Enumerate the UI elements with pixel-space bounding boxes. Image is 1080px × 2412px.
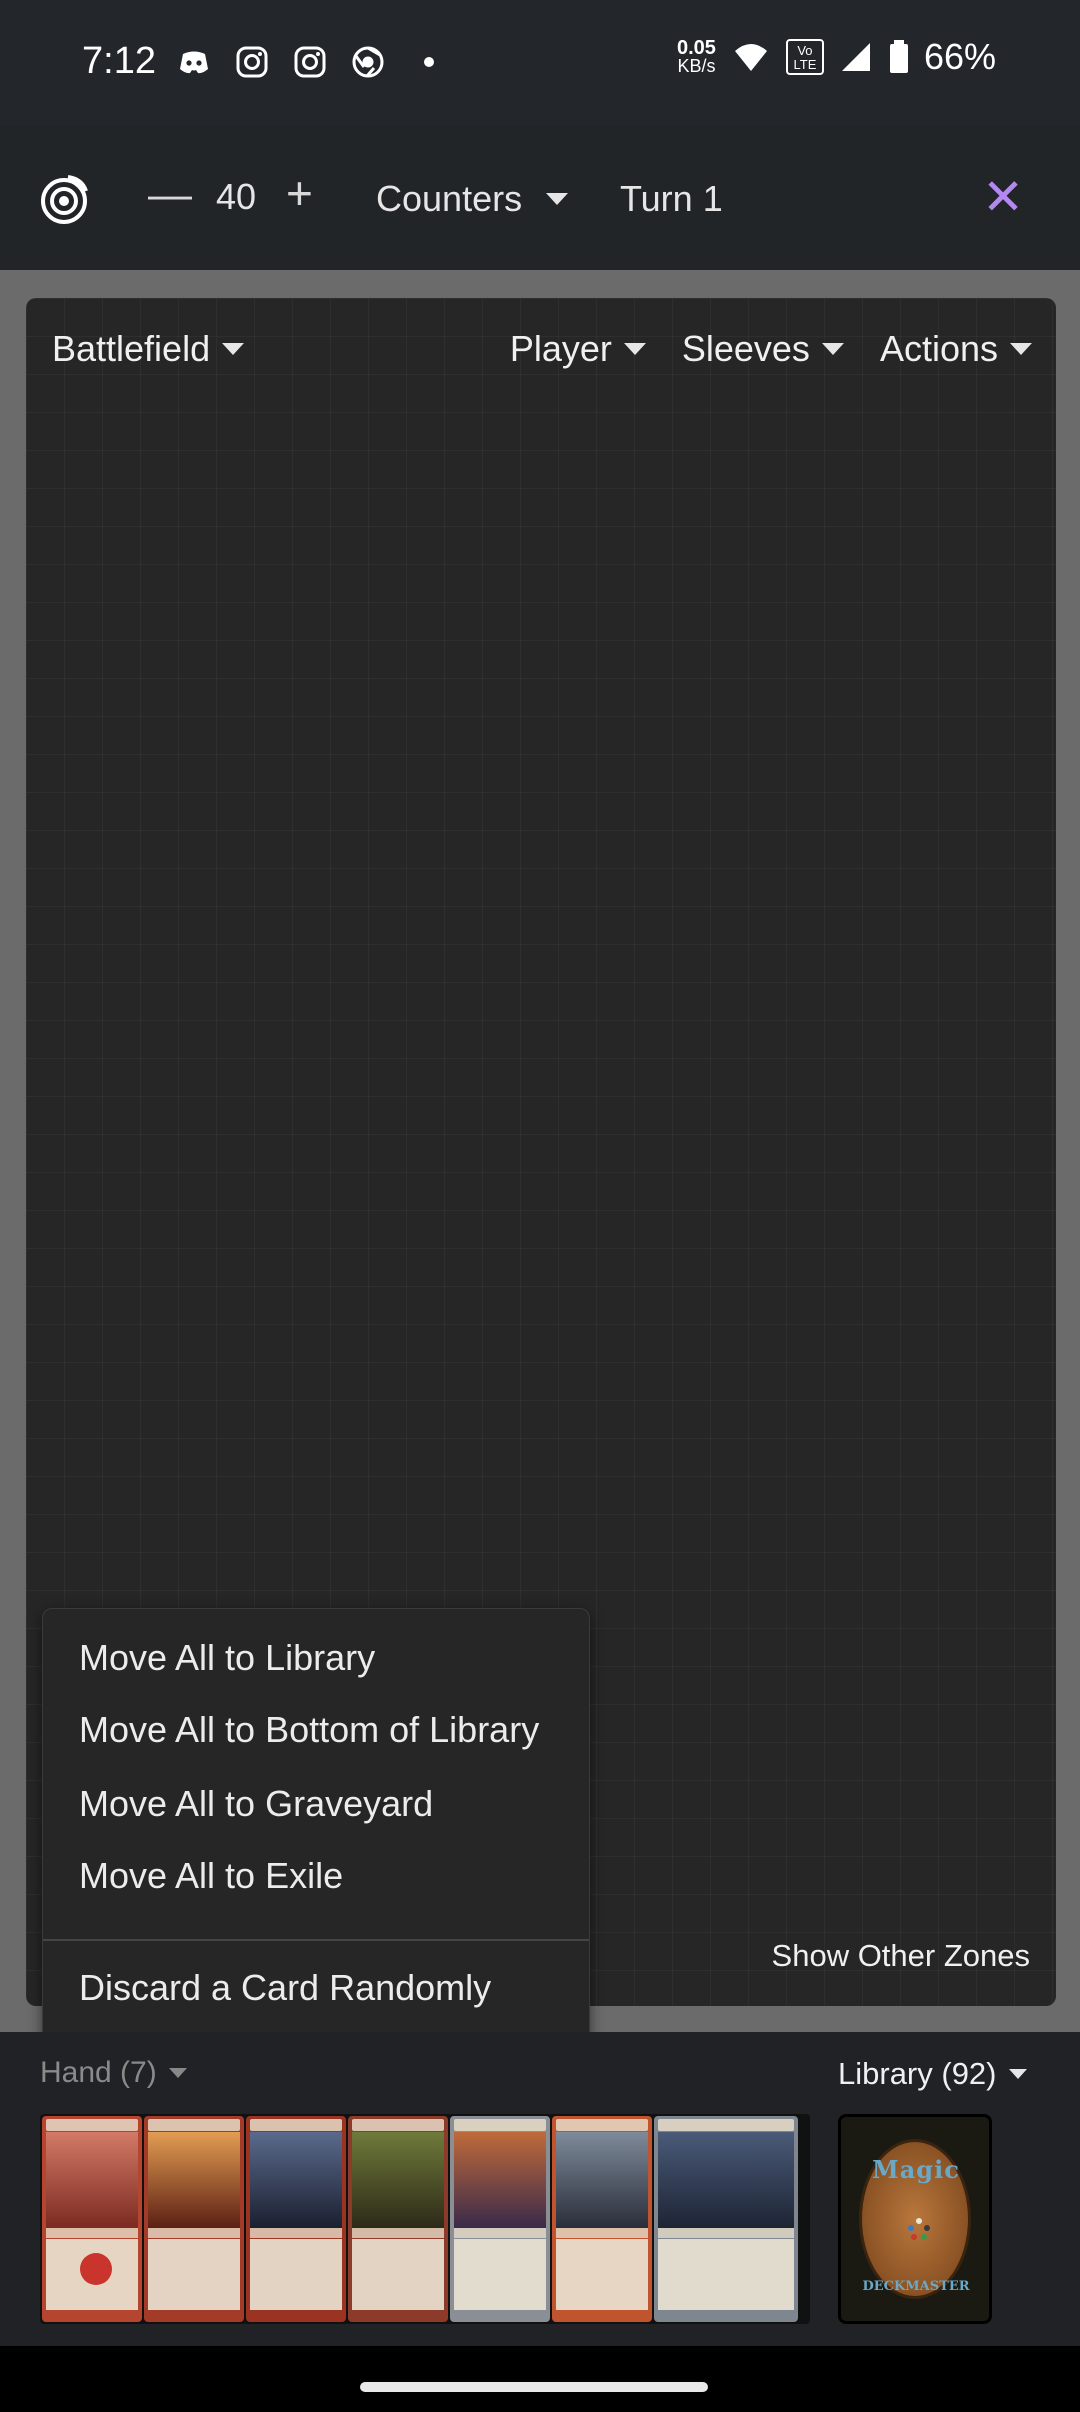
- hand-library-panel: Hand (7) Library (92) Magic DECKMASTER: [0, 2032, 1080, 2346]
- menu-item-move-all-to-bottom-of-library[interactable]: Move All to Bottom of Library: [79, 1709, 539, 1751]
- card-back-footer: DECKMASTER: [862, 2279, 970, 2294]
- counters-dropdown[interactable]: Counters: [376, 178, 569, 220]
- chevron-down-icon: [546, 193, 569, 205]
- app-header: — 40 + Counters Turn 1 ✕: [0, 126, 1080, 270]
- player-menu[interactable]: Player: [510, 328, 646, 370]
- card-back-title: Magic: [872, 2155, 960, 2184]
- more-notifications-dot-icon: [424, 57, 434, 67]
- menu-item-discard-a-card-randomly[interactable]: Discard a Card Randomly: [79, 1967, 491, 2009]
- counters-label: Counters: [376, 178, 523, 219]
- mana-gems-icon: [908, 2218, 930, 2240]
- chevron-down-icon: [1008, 2069, 1027, 2079]
- chevron-down-icon: [222, 343, 245, 355]
- battlefield-label: Battlefield: [52, 328, 211, 369]
- hand-card[interactable]: [244, 2114, 348, 2324]
- sleeves-menu-label: Sleeves: [681, 328, 810, 369]
- network-speed: 0.05 KB/s: [677, 37, 716, 76]
- hand-label: Hand (7): [40, 2056, 157, 2089]
- app-logo-icon[interactable]: [38, 173, 90, 225]
- instagram-icon: [294, 46, 326, 78]
- hand-card[interactable]: [40, 2114, 144, 2324]
- chrome-icon: [352, 46, 384, 78]
- actions-menu-label: Actions: [879, 328, 998, 369]
- battlefield-dropdown[interactable]: Battlefield: [52, 328, 245, 370]
- menu-item-move-all-to-library[interactable]: Move All to Library: [79, 1637, 375, 1679]
- status-time: 7:12: [82, 40, 156, 82]
- signal-icon: [841, 43, 870, 71]
- life-decrease-button[interactable]: —: [148, 170, 192, 220]
- life-increase-button[interactable]: +: [286, 166, 313, 220]
- notification-icons: [176, 44, 434, 80]
- hand-dropdown[interactable]: Hand (7): [40, 2056, 187, 2090]
- menu-item-move-all-to-exile[interactable]: Move All to Exile: [79, 1855, 343, 1897]
- hand-card[interactable]: [550, 2114, 654, 2324]
- sleeves-menu[interactable]: Sleeves: [682, 328, 844, 370]
- library-pile[interactable]: Magic DECKMASTER: [838, 2114, 992, 2324]
- hand-cards: [40, 2114, 810, 2324]
- battery-percent: 66%: [923, 36, 996, 77]
- system-nav-bar: [0, 2346, 1080, 2412]
- hand-actions-menu: Move All to Library Move All to Bottom o…: [42, 1608, 590, 2050]
- menu-divider: [43, 1939, 589, 1941]
- chevron-down-icon: [821, 343, 844, 355]
- battery-icon: [889, 40, 908, 73]
- instagram-icon: [236, 46, 268, 78]
- life-total: 40: [216, 176, 257, 217]
- menu-item-move-all-to-graveyard[interactable]: Move All to Graveyard: [79, 1783, 433, 1825]
- hand-card[interactable]: [346, 2114, 450, 2324]
- actions-menu[interactable]: Actions: [880, 328, 1032, 370]
- chevron-down-icon: [623, 343, 646, 355]
- wifi-icon: [734, 44, 767, 71]
- hand-card[interactable]: [448, 2114, 552, 2324]
- chevron-down-icon: [1010, 343, 1032, 355]
- player-menu-label: Player: [509, 328, 612, 369]
- chevron-down-icon: [168, 2068, 187, 2078]
- hand-card[interactable]: [142, 2114, 246, 2324]
- hand-card[interactable]: [652, 2114, 800, 2324]
- status-bar: 7:12 0.05 KB/s Vo LTE 66%: [0, 0, 1080, 126]
- discord-icon: [180, 51, 208, 74]
- close-icon[interactable]: ✕: [982, 168, 1024, 226]
- home-gesture-handle[interactable]: [360, 2382, 708, 2392]
- turn-indicator[interactable]: Turn 1: [620, 178, 723, 220]
- show-other-zones-button[interactable]: Show Other Zones: [772, 1938, 1030, 1974]
- battlefield-menus: Player Sleeves Actions: [510, 328, 1032, 370]
- volte-icon: Vo LTE: [785, 39, 824, 75]
- library-label: Library (92): [838, 2056, 997, 2091]
- library-dropdown[interactable]: Library (92): [838, 2056, 1027, 2092]
- system-icons: 0.05 KB/s Vo LTE 66%: [677, 36, 996, 78]
